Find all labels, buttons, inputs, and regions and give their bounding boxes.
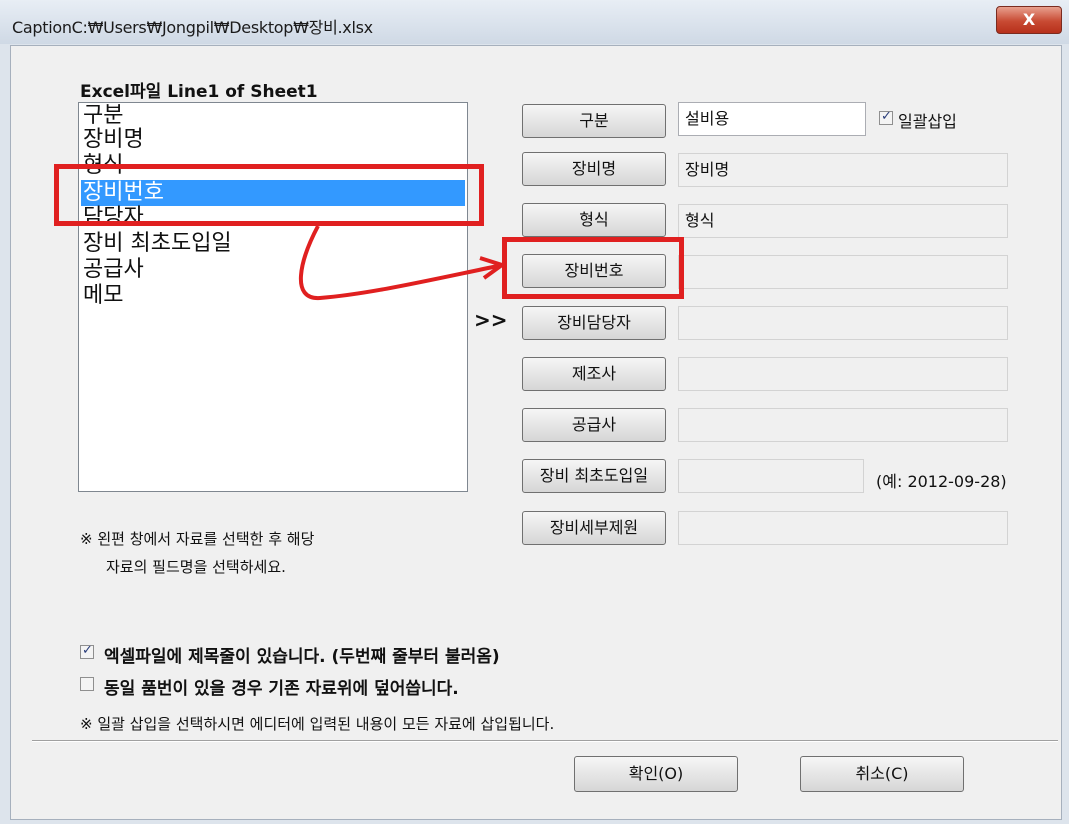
ok-button[interactable]: 확인(O)	[574, 756, 738, 792]
bulk-insert-note: ※ 일괄 삽입을 선택하시면 에디터에 입력된 내용이 모든 자료에 삽입됩니다…	[80, 715, 555, 733]
dialog-window: CaptionC:₩Users₩Jongpil₩Desktop₩장비.xlsx …	[0, 0, 1069, 824]
overwrite-checkbox[interactable]	[80, 677, 94, 691]
header-row-label: 엑셀파일에 제목줄이 있습니다. (두번째 줄부터 불러옴)	[104, 647, 500, 667]
overwrite-label: 동일 품번이 있을 경우 기존 자료위에 덮어씁니다.	[104, 679, 459, 699]
header-row-checkbox[interactable]	[80, 643, 94, 659]
separator	[32, 740, 1058, 742]
cancel-button[interactable]: 취소(C)	[800, 756, 964, 792]
annotation-arrow-icon	[298, 225, 507, 301]
